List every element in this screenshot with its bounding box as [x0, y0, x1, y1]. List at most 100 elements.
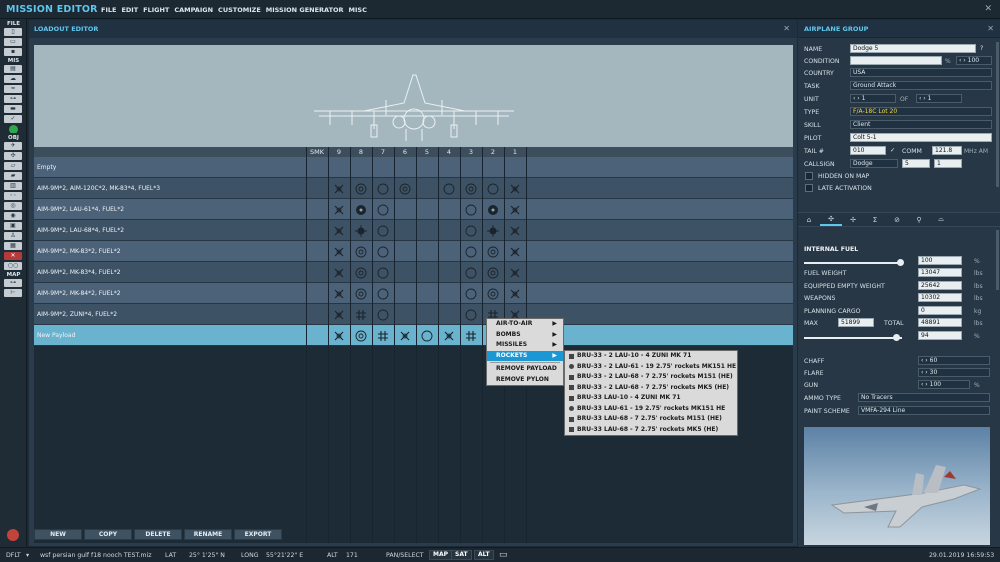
name-info-icon[interactable]: ?	[980, 45, 983, 52]
menu-item-remove-payload[interactable]: REMOVE PAYLOAD	[487, 364, 563, 375]
navpoint-icon[interactable]: ◉	[4, 212, 22, 220]
bomb-icon[interactable]	[351, 179, 371, 198]
callsign-select[interactable]: Dodge	[850, 159, 898, 168]
triggers-icon[interactable]: ≈	[4, 85, 22, 93]
missile-icon[interactable]	[329, 200, 349, 219]
zuni-pod-icon[interactable]	[461, 326, 481, 345]
payload-row[interactable]: AIM-9M*2, MK-84*2, FUEL*2	[34, 283, 793, 304]
bomb-icon[interactable]	[461, 179, 481, 198]
missile-icon[interactable]	[439, 326, 459, 345]
unit-of-spinner[interactable]: ‹ › 1	[916, 94, 962, 103]
payload-row[interactable]: AIM-9M*2, ZUNI*4, FUEL*2	[34, 304, 793, 325]
rocket-cluster-icon[interactable]	[483, 221, 503, 240]
fuel-tank-icon[interactable]	[373, 200, 393, 219]
tab-payload-icon[interactable]: ✣	[820, 213, 842, 226]
airplane-icon[interactable]: ✈	[4, 142, 22, 150]
gun-spinner[interactable]: ‹ › 100	[918, 380, 970, 389]
payload-row[interactable]: AIM-9M*2, LAU-68*4, FUEL*2	[34, 220, 793, 241]
flare-spinner[interactable]: ‹ › 30	[918, 368, 990, 377]
spinner-arrows-icon[interactable]: ‹ ›	[853, 95, 862, 102]
menu-mission-generator[interactable]: MISSION GENERATOR	[266, 6, 344, 14]
missile-icon[interactable]	[329, 305, 349, 324]
unit-spinner[interactable]: ‹ › 1	[850, 94, 896, 103]
helicopter-icon[interactable]: ✣	[4, 152, 22, 160]
bomb-icon[interactable]	[351, 326, 371, 345]
chaff-spinner[interactable]: ‹ › 60	[918, 356, 990, 365]
profile-arrow-icon[interactable]: ▾	[26, 552, 29, 559]
tab-datalink-icon[interactable]: ⌓	[930, 213, 952, 226]
menu-flight[interactable]: FLIGHT	[143, 6, 169, 14]
missile-icon[interactable]	[329, 242, 349, 261]
missile-icon[interactable]	[505, 200, 525, 219]
tab-radio-icon[interactable]: ⚲	[908, 213, 930, 226]
fuel-tank-icon[interactable]	[373, 284, 393, 303]
fuel-slider-knob[interactable]	[897, 259, 905, 266]
late-activation-checkbox[interactable]	[805, 184, 813, 192]
fuel-tank-icon[interactable]	[461, 305, 481, 324]
bomb-icon[interactable]	[483, 284, 503, 303]
warehouse-icon[interactable]: ▦	[4, 242, 22, 250]
bomb-icon[interactable]	[395, 179, 415, 198]
fuel-tank-icon[interactable]	[373, 179, 393, 198]
camera-icon[interactable]: ▭	[499, 550, 508, 560]
missile-icon[interactable]	[505, 284, 525, 303]
task-select[interactable]: Ground Attack	[850, 81, 992, 90]
zuni-pod-icon[interactable]	[373, 326, 393, 345]
spinner-arrows-icon[interactable]: ‹ ›	[959, 57, 968, 64]
callsign-number-2[interactable]: 1	[934, 159, 962, 168]
rocket-option[interactable]: BRU-33 - 2 LAU-68 - 7 2.75' rockets MK5 …	[565, 383, 737, 394]
fuel-percent-field[interactable]: 100	[918, 256, 962, 265]
zuni-pod-icon[interactable]	[351, 305, 371, 324]
goals-icon[interactable]: ⊶	[4, 95, 22, 103]
unit-list-icon[interactable]: ▣	[4, 222, 22, 230]
alt-view-button[interactable]: ALT	[474, 550, 494, 560]
callsign-number[interactable]: 5	[902, 159, 930, 168]
new-button[interactable]: NEW	[34, 529, 82, 540]
weather-icon[interactable]: ☁	[4, 75, 22, 83]
fuel-tank-icon[interactable]	[373, 242, 393, 261]
window-close-icon[interactable]: ✕	[984, 4, 992, 14]
rename-button[interactable]: RENAME	[184, 529, 232, 540]
loadout-close-icon[interactable]: ✕	[783, 24, 790, 33]
tab-route-icon[interactable]: ⌂	[798, 213, 820, 226]
pilot-field[interactable]: Colt 5-1	[850, 133, 992, 142]
fly-mission-icon[interactable]	[4, 125, 22, 133]
tab-targets-icon[interactable]: ✢	[842, 213, 864, 226]
comm-check-icon[interactable]: ✓	[890, 147, 895, 154]
save-icon[interactable]: ▪	[4, 48, 22, 56]
menu-campaign[interactable]: CAMPAIGN	[174, 6, 213, 14]
open-folder-icon[interactable]: ▭	[4, 38, 22, 46]
bomb-icon[interactable]	[483, 242, 503, 261]
spinner-arrows-icon[interactable]: ‹ ›	[921, 369, 930, 376]
rocket-pod-icon[interactable]	[351, 200, 371, 219]
comm-frequency-field[interactable]: 121.8	[932, 146, 962, 155]
spinner-arrows-icon[interactable]: ‹ ›	[919, 95, 928, 102]
menu-item-missiles[interactable]: MISSILES ▶	[487, 340, 563, 351]
new-file-icon[interactable]: ▯	[4, 28, 22, 36]
exit-icon[interactable]	[7, 529, 19, 541]
menu-item-bombs[interactable]: BOMBS ▶	[487, 330, 563, 341]
menu-item-remove-pylon[interactable]: REMOVE PYLON	[487, 375, 563, 386]
delete-object-icon[interactable]: ✕	[4, 252, 22, 260]
ship-icon[interactable]: ▱	[4, 162, 22, 170]
payload-row[interactable]: AIM-9M*2, MK-83*2, FUEL*2	[34, 241, 793, 262]
menu-item-air-to-air[interactable]: AIR-TO-AIR ▶	[487, 319, 563, 330]
payload-row-selected[interactable]: New Payload	[34, 325, 793, 346]
menu-edit[interactable]: EDIT	[121, 6, 138, 14]
missile-icon[interactable]	[395, 326, 415, 345]
fuel-tank-icon[interactable]	[373, 263, 393, 282]
map-view-button[interactable]: MAP	[429, 550, 453, 560]
paint-scheme-select[interactable]: VMFA-294 Line	[858, 406, 990, 415]
zone-icon[interactable]: ◎	[4, 202, 22, 210]
menu-item-rockets[interactable]: ROCKETS ▶	[487, 350, 563, 361]
map-options-icon[interactable]: ⊢	[4, 289, 22, 297]
rocket-cluster-icon[interactable]	[351, 221, 371, 240]
fuel-tank-icon[interactable]	[483, 179, 503, 198]
bomb-icon[interactable]	[351, 284, 371, 303]
missile-icon[interactable]	[505, 263, 525, 282]
delete-button[interactable]: DELETE	[134, 529, 182, 540]
fuel-slider-track[interactable]	[804, 262, 902, 264]
tab-failures-icon[interactable]: ⊘	[886, 213, 908, 226]
static-object-icon[interactable]: ▥	[4, 182, 22, 190]
hidden-on-map-checkbox[interactable]	[805, 172, 813, 180]
